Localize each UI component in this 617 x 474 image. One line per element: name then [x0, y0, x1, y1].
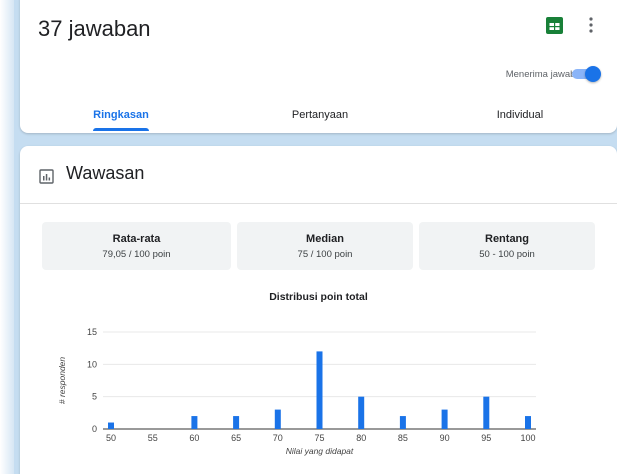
- y-axis-label: # responden: [57, 357, 67, 405]
- tab-individual[interactable]: Individual: [475, 109, 565, 121]
- tab-pertanyaan[interactable]: Pertanyaan: [275, 109, 365, 121]
- more-options-icon[interactable]: [585, 15, 597, 35]
- x-tick-label: 85: [398, 433, 408, 443]
- accepting-responses-toggle[interactable]: [572, 64, 602, 84]
- x-tick-label: 50: [106, 433, 116, 443]
- x-tick-label: 65: [231, 433, 241, 443]
- x-tick-label: 55: [148, 433, 158, 443]
- x-tick-label: 60: [189, 433, 199, 443]
- left-edge: [0, 0, 14, 474]
- bar-75[interactable]: [316, 351, 323, 429]
- points-distribution-chart: 0 5 10 15 50 55 60 65 70 75 80 85 90 95 100 Nilai yang …: [57, 327, 536, 456]
- bar-65[interactable]: [233, 416, 240, 429]
- bar-70[interactable]: [274, 409, 281, 429]
- x-tick-label: 100: [520, 433, 535, 443]
- y-tick-label: 15: [87, 327, 97, 337]
- bar-95[interactable]: [483, 396, 490, 429]
- x-tick-label: 70: [273, 433, 283, 443]
- x-tick-label: 95: [481, 433, 491, 443]
- x-axis-label: Nilai yang didapat: [286, 446, 354, 456]
- tab-ringkasan[interactable]: Ringkasan: [93, 109, 149, 121]
- bar-50[interactable]: [108, 422, 114, 429]
- responses-header-card: 37 jawaban Menerima jawaban Ringkasan Pe…: [20, 0, 617, 133]
- bar-85[interactable]: [399, 416, 406, 429]
- x-tick-label: 80: [356, 433, 366, 443]
- bar-100[interactable]: [525, 416, 531, 429]
- responses-count-title: 37 jawaban: [38, 16, 151, 41]
- insights-card: Wawasan Rata-rata 79,05 / 100 poin Media…: [20, 146, 617, 474]
- bar-80[interactable]: [358, 396, 365, 429]
- bar-60[interactable]: [191, 416, 198, 429]
- y-tick-label: 5: [92, 392, 97, 402]
- accepting-responses-label: Menerima jawaban: [505, 69, 586, 80]
- y-tick-label: 10: [87, 359, 97, 369]
- bar-90[interactable]: [441, 409, 448, 429]
- active-tab-indicator: [93, 128, 149, 131]
- y-tick-label: 0: [92, 424, 97, 434]
- toggle-knob: [585, 66, 601, 82]
- x-tick-label: 75: [314, 433, 324, 443]
- x-tick-label: 90: [440, 433, 450, 443]
- sheets-icon[interactable]: [546, 17, 563, 34]
